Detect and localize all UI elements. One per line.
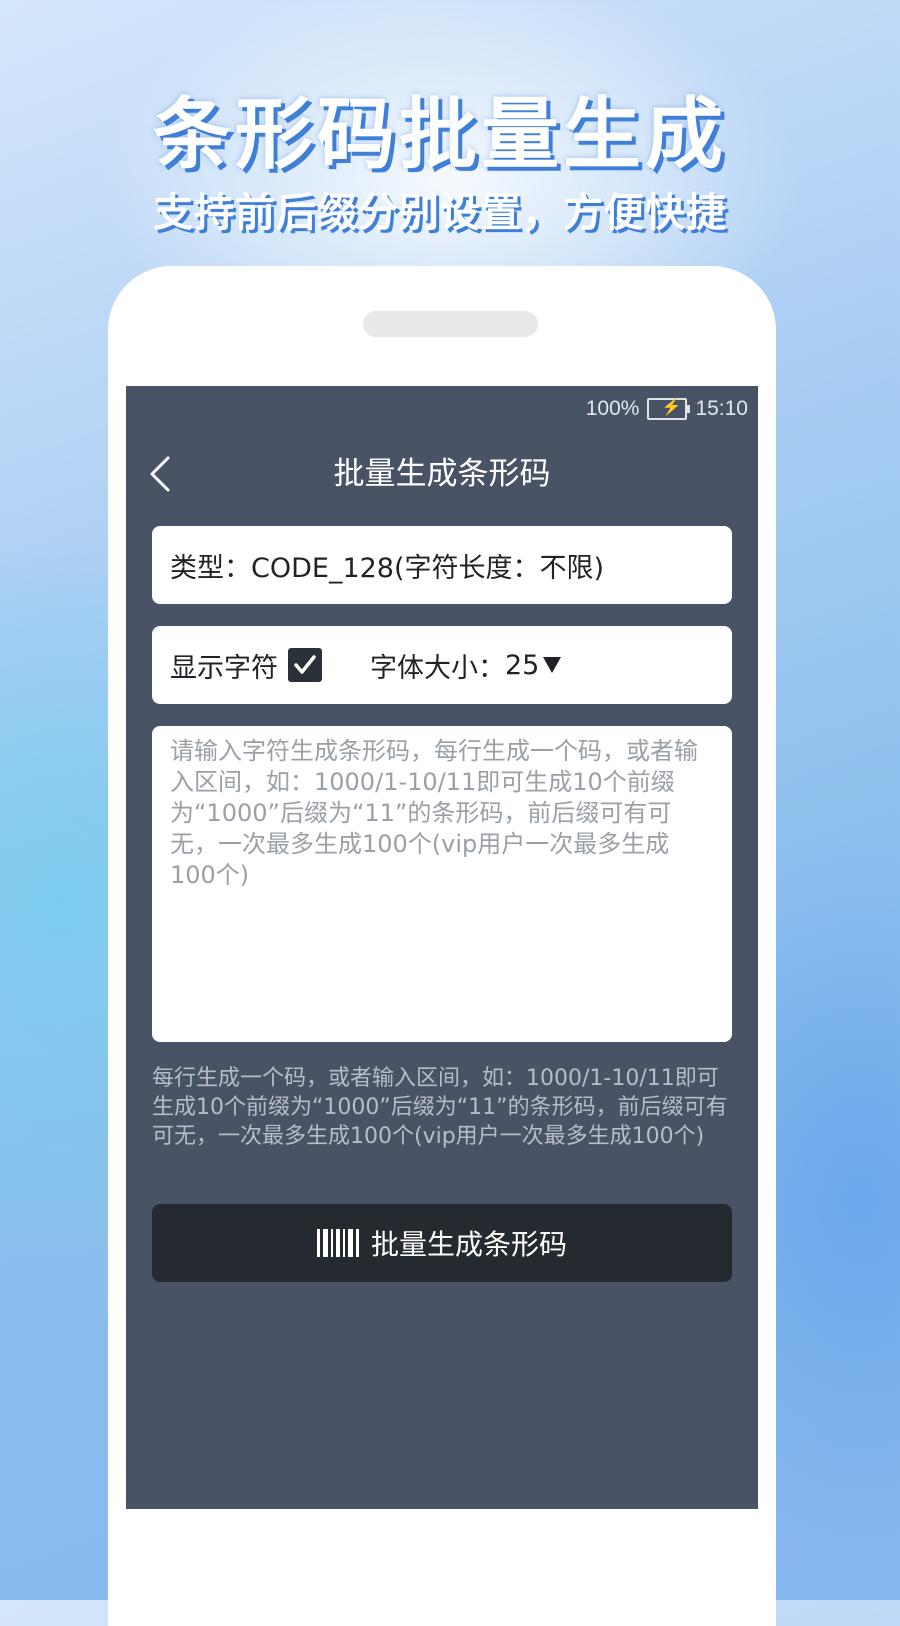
status-time: 15:10 (695, 397, 748, 420)
font-size-label: 字体大小： (370, 652, 505, 684)
show-characters-label: 显示字符 (170, 652, 278, 684)
usage-hint: 每行生成一个码，或者输入区间，如：1000/1-10/11即可生成10个前缀为“… (152, 1066, 728, 1149)
batch-generate-label: 批量生成条形码 (370, 1228, 567, 1261)
barcode-content-input[interactable] (170, 736, 714, 1032)
battery-tip (687, 405, 691, 413)
app-screen: 100% ⚡ 15:10 批量生成条形码 类型：CODE_128(字符长度：不限… (126, 386, 758, 1509)
barcode-input-card (152, 726, 732, 1042)
display-options-card: 显示字符 字体大小： 25 (152, 626, 732, 704)
promo-title: 条形码批量生成 (152, 90, 727, 180)
nav-bar: 批量生成条形码 (126, 446, 758, 502)
battery-charging-icon: ⚡ (647, 398, 691, 420)
battery-percent: 100% (585, 397, 640, 420)
phone-speaker (363, 311, 538, 337)
promo-subtitle: 支持前后缀分别设置，方便快捷 (153, 190, 727, 236)
page-title: 批量生成条形码 (333, 456, 551, 492)
barcode-type-label: 类型：CODE_128(字符长度：不限) (170, 552, 605, 584)
show-characters-checkbox[interactable] (288, 648, 322, 682)
barcode-type-card[interactable]: 类型：CODE_128(字符长度：不限) (152, 526, 732, 604)
font-size-select[interactable]: 字体大小： 25 (370, 646, 562, 685)
font-size-value: 25 (505, 649, 540, 681)
checkmark-icon (294, 655, 316, 674)
lightning-bolt-icon: ⚡ (661, 399, 682, 416)
barcode-icon (316, 1229, 359, 1257)
batch-generate-button[interactable]: 批量生成条形码 (152, 1204, 732, 1282)
dropdown-triangle-icon (543, 657, 562, 673)
status-bar: 100% ⚡ 15:10 (586, 396, 748, 422)
